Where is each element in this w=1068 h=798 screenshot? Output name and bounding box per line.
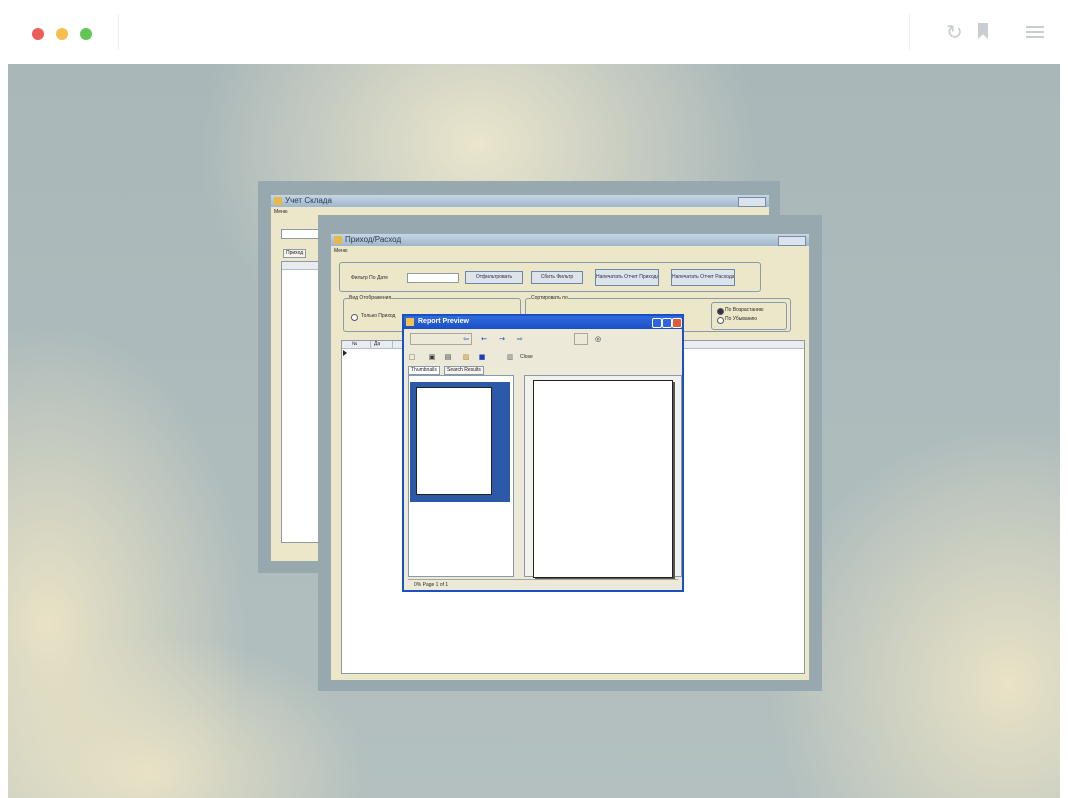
print-icon[interactable]: ▣: [428, 353, 436, 361]
app-icon: [334, 236, 342, 244]
row-pointer-icon: [343, 350, 347, 356]
minimize-window-dot[interactable]: [56, 28, 68, 40]
prev-page-icon[interactable]: ←: [480, 335, 488, 343]
page-thumbnail[interactable]: [416, 387, 492, 495]
filter-date-input[interactable]: [407, 273, 459, 283]
back-window-title: Учет Склада: [285, 196, 332, 205]
back-tab-income[interactable]: Приход: [283, 249, 307, 258]
grid-header-number: №: [350, 341, 371, 348]
save-icon[interactable]: ■: [478, 353, 486, 361]
binoculars-icon[interactable]: ◎: [594, 335, 602, 343]
status-bar: 0% Page 1 of 1: [408, 579, 678, 590]
close-window-dot[interactable]: [32, 28, 44, 40]
first-page-icon[interactable]: ⇦: [462, 335, 470, 343]
back-menu[interactable]: Меню: [274, 209, 288, 215]
page-view-panel[interactable]: [524, 375, 682, 578]
printer-setup-icon[interactable]: ▤: [444, 353, 452, 361]
address-bar[interactable]: [118, 14, 910, 50]
bookmark-icon[interactable]: [978, 23, 988, 39]
report-icon: [406, 318, 414, 326]
tab-income-label: Приход: [286, 250, 304, 256]
front-window-title: Приход/Расход: [345, 235, 402, 244]
print-expense-button[interactable]: Напечатать Отчет Расхода: [671, 269, 735, 286]
sort-desc-label: По Убыванию: [725, 316, 757, 322]
last-page-icon[interactable]: ⇨: [516, 335, 524, 343]
filter-date-label: Фильтр По Дате: [351, 275, 389, 281]
reload-icon[interactable]: ↻: [946, 22, 963, 42]
front-window-titlebar: Приход/Расход: [331, 234, 809, 246]
sort-asc-label: По Возрастанию: [725, 307, 764, 313]
grid-header-date: Да: [372, 341, 393, 348]
sort-desc-radio[interactable]: [717, 317, 724, 324]
close-icon[interactable]: [672, 318, 682, 328]
apply-filter-button[interactable]: Отфильтровать: [465, 271, 523, 284]
minimize-icon[interactable]: [652, 318, 662, 328]
close-preview-button[interactable]: Close: [520, 354, 533, 360]
reset-filter-button[interactable]: Сбить Фильтр: [531, 271, 583, 284]
sort-group-label: Сортировать по: [531, 295, 568, 301]
thumbnails-tab[interactable]: Thumbnails: [408, 366, 440, 375]
thumbnail-panel[interactable]: [408, 375, 514, 577]
search-results-tab[interactable]: Search Results: [444, 366, 484, 375]
open-file-icon[interactable]: ▨: [462, 353, 470, 361]
app-icon: [274, 197, 282, 205]
sort-asc-radio[interactable]: [717, 308, 724, 315]
front-menu[interactable]: Меню: [334, 248, 348, 254]
display-group-label: Вид Отображения: [349, 295, 392, 301]
status-text: 0% Page 1 of 1: [414, 582, 449, 588]
page-viewport: Учет Склада Меню Приход Приход/Расход Ме…: [8, 64, 1060, 798]
print-income-button[interactable]: Напечатать Отчет Прихода: [595, 269, 659, 286]
browser-chrome: ↻: [0, 0, 1068, 64]
thumbnail-selected[interactable]: [410, 382, 510, 502]
zoom-button[interactable]: [574, 333, 588, 345]
browser-window: ↻ Учет Склада Меню Приход Приход/Расход …: [0, 0, 1068, 798]
maximize-icon[interactable]: [662, 318, 672, 328]
report-preview-window: Report Preview ⇦ ← → ⇨ ◎ □ ▣ ▤ ▨ ■ ▥ Clo…: [402, 314, 684, 592]
page-setup-icon[interactable]: ▥: [506, 353, 514, 361]
display-radio[interactable]: [351, 314, 358, 321]
report-preview-titlebar: Report Preview: [404, 316, 682, 329]
report-preview-title: Report Preview: [418, 318, 469, 325]
maximize-window-dot[interactable]: [80, 28, 92, 40]
report-page: [533, 380, 673, 578]
menu-icon[interactable]: [1026, 26, 1044, 38]
window-buttons[interactable]: [778, 236, 806, 246]
window-buttons[interactable]: [738, 197, 766, 207]
back-window-titlebar: Учет Склада: [271, 195, 769, 207]
new-page-icon[interactable]: □: [408, 353, 416, 361]
next-page-icon[interactable]: →: [498, 335, 506, 343]
